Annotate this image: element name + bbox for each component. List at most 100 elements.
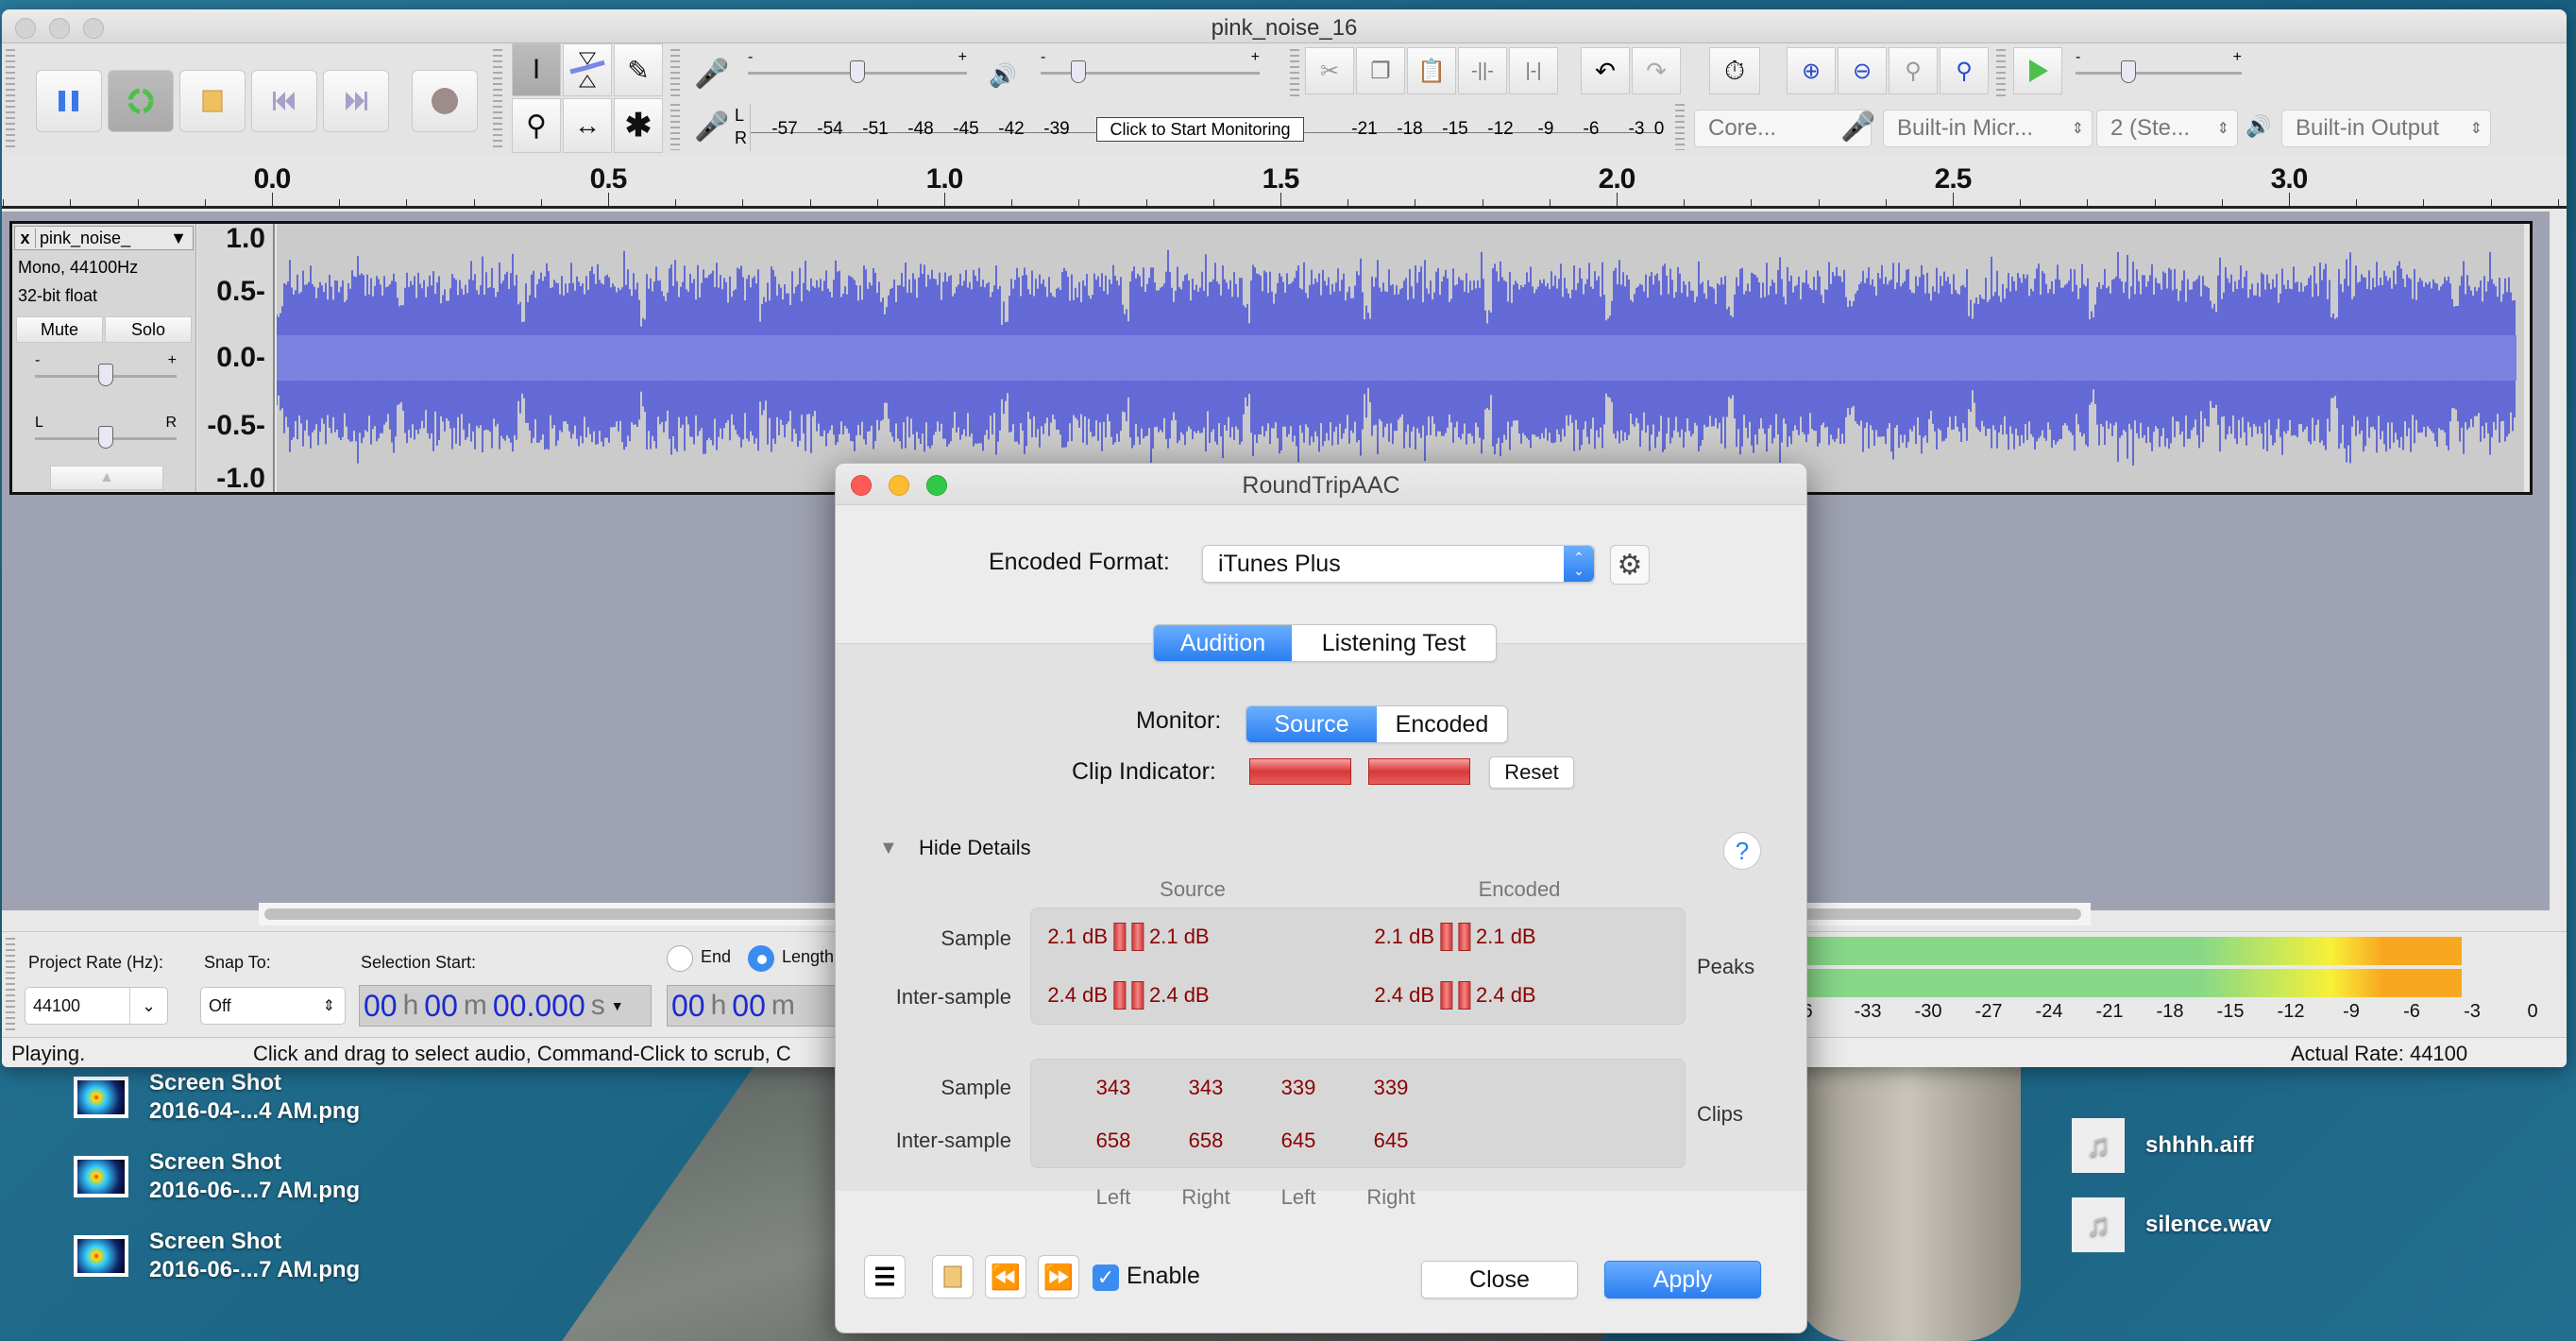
monitoring-button[interactable]: Click to Start Monitoring: [1096, 117, 1304, 142]
recording-device-select[interactable]: Built-in Micr... ⇕: [1883, 110, 2093, 147]
toolbar-grip[interactable]: [6, 938, 15, 1031]
rewind-icon: ⏪: [990, 1262, 1022, 1291]
snap-to-select[interactable]: Off ⇕: [200, 987, 346, 1025]
slider-thumb[interactable]: [1071, 60, 1087, 83]
dialog-title-bar: RoundTripAAC: [836, 464, 1806, 505]
ruler-tick-mark: [944, 193, 945, 206]
ruler-tick-mark: [1280, 193, 1281, 206]
time-format-dropdown-icon[interactable]: ▼: [611, 998, 624, 1013]
paste-button[interactable]: 📋: [1407, 47, 1456, 94]
redo-button[interactable]: ↷: [1632, 47, 1681, 94]
end-radio[interactable]: [667, 945, 693, 972]
skip-to-end-button[interactable]: [323, 70, 389, 132]
collapse-track-button[interactable]: ▲: [50, 466, 163, 490]
zoom-in-button[interactable]: ⊕: [1787, 47, 1836, 94]
encoder-settings-button[interactable]: ⚙: [1610, 545, 1650, 585]
cut-button[interactable]: ✂: [1305, 47, 1354, 94]
toolbar-grip[interactable]: [1675, 104, 1685, 150]
selection-tool-button[interactable]: I: [512, 43, 561, 96]
apply-button[interactable]: Apply: [1604, 1261, 1761, 1299]
tab-listening-test[interactable]: Listening Test: [1292, 625, 1496, 661]
track-name-menu[interactable]: pink_noise_: [36, 229, 170, 248]
peak-right-value: 2.4 dB: [1149, 983, 1210, 1007]
track-menu-arrow-icon[interactable]: ▼: [170, 229, 193, 248]
tab-audition[interactable]: Audition: [1154, 625, 1292, 661]
encoded-format-select[interactable]: iTunes Plus ⌃ ⌄: [1202, 545, 1595, 583]
peak-clip-indicator: [1440, 981, 1452, 1010]
recording-volume-slider[interactable]: - +: [748, 49, 967, 85]
stop-button[interactable]: [179, 70, 246, 132]
recording-channels-select[interactable]: 2 (Ste... ⇕: [2096, 110, 2238, 147]
fit-selection-button[interactable]: ⚲: [1889, 47, 1938, 94]
timeshift-tool-button[interactable]: ↔: [563, 98, 612, 153]
menu-button[interactable]: ☰: [864, 1255, 906, 1299]
trim-button[interactable]: -||-: [1458, 47, 1507, 94]
zoom-tool-button[interactable]: ⚲: [512, 98, 561, 153]
record-button[interactable]: [412, 70, 478, 132]
enable-checkbox[interactable]: ✓: [1093, 1265, 1119, 1291]
toolbar-grip[interactable]: [493, 49, 502, 150]
loop-play-button[interactable]: [108, 70, 174, 132]
slider-thumb[interactable]: [2121, 60, 2136, 83]
length-radio[interactable]: [748, 945, 774, 972]
playback-device-select[interactable]: Built-in Output ⇕: [2281, 110, 2491, 147]
timeline-ruler[interactable]: - 0.50.00.51.01.52.02.53.03.54.04.55.05.…: [2, 156, 2567, 209]
stop-playback-button[interactable]: [932, 1255, 974, 1299]
multi-tool-button[interactable]: ✱: [614, 98, 663, 153]
selection-length-time[interactable]: 00 h 00 m: [667, 985, 856, 1027]
track-gain-slider[interactable]: - +: [35, 352, 177, 388]
peaks-header-source: Source: [1160, 877, 1226, 901]
playback-meter[interactable]: 6 -33 -30 -27 -24 -21 -18 -15 -12 -9 -6 -3 0: [1802, 931, 2544, 1037]
clip-channel-label: Left: [1095, 1185, 1131, 1209]
toolbar-grip[interactable]: [670, 49, 680, 97]
silence-button[interactable]: |-|: [1509, 47, 1558, 94]
vertical-scale[interactable]: 1.0 0.5- 0.0- -0.5- -1.0: [197, 223, 275, 494]
fast-forward-button[interactable]: ⏩: [1038, 1255, 1079, 1299]
play-at-speed-button[interactable]: [2013, 47, 2062, 94]
stop-icon: [202, 90, 223, 112]
waveform[interactable]: [277, 224, 2524, 492]
help-button[interactable]: ?: [1723, 832, 1761, 870]
close-track-button[interactable]: x: [15, 228, 36, 248]
hide-details-toggle[interactable]: Hide Details: [919, 836, 1031, 860]
selection-start-time[interactable]: 00 h 00 m 00.000 s ▼: [359, 985, 652, 1027]
chevron-down-icon[interactable]: ⌄: [129, 988, 167, 1024]
monitor-source-option[interactable]: Source: [1246, 706, 1377, 742]
playback-volume-slider[interactable]: - +: [1041, 49, 1260, 85]
sync-lock-button[interactable]: ⏱: [1709, 47, 1760, 94]
draw-tool-button[interactable]: ✎: [614, 43, 663, 96]
disclosure-triangle-icon[interactable]: ▼: [879, 838, 898, 859]
zoom-out-button[interactable]: ⊖: [1838, 47, 1887, 94]
fit-project-button[interactable]: ⚲: [1940, 47, 1989, 94]
slider-thumb[interactable]: [98, 426, 113, 449]
rewind-button[interactable]: ⏪: [985, 1255, 1026, 1299]
pause-button[interactable]: [36, 70, 102, 132]
record-meter-microphone-icon[interactable]: 🎤: [691, 106, 733, 147]
close-button[interactable]: Close: [1421, 1261, 1578, 1299]
toolbar-grip[interactable]: [1290, 49, 1299, 97]
skip-to-start-button[interactable]: [251, 70, 317, 132]
toolbar-grip[interactable]: [1996, 49, 2006, 97]
envelope-tool-button[interactable]: [563, 43, 612, 96]
desktop-file[interactable]: Screen Shot 2016-04-...4 AM.png: [74, 1069, 360, 1126]
slider-thumb[interactable]: [98, 364, 113, 386]
track-pan-slider[interactable]: L R: [35, 415, 177, 450]
play-speed-slider[interactable]: - +: [2076, 49, 2242, 85]
toolbar-grip[interactable]: [670, 104, 680, 150]
desktop-file[interactable]: ♫ shhhh.aiff: [2072, 1118, 2254, 1173]
toolbar-grip[interactable]: [6, 49, 15, 150]
copy-button[interactable]: ❐: [1356, 47, 1405, 94]
monitor-encoded-option[interactable]: Encoded: [1377, 706, 1507, 742]
desktop-file[interactable]: Screen Shot 2016-06-...7 AM.png: [74, 1148, 360, 1205]
solo-button[interactable]: Solo: [105, 316, 192, 343]
desktop-file[interactable]: Screen Shot 2016-06-...7 AM.png: [74, 1228, 360, 1284]
ruler-tick-mark: [2356, 199, 2358, 206]
slider-thumb[interactable]: [850, 60, 865, 83]
reset-clip-button[interactable]: Reset: [1489, 756, 1574, 789]
peak-clip-indicator: [1131, 923, 1144, 951]
project-rate-combo[interactable]: 44100 ⌄: [25, 987, 168, 1025]
desktop-file[interactable]: ♫ silence.wav: [2072, 1197, 2271, 1252]
mute-button[interactable]: Mute: [16, 316, 103, 343]
undo-button[interactable]: ↶: [1581, 47, 1630, 94]
record-meter[interactable]: -57 -54 -51 -48 -45 -42 -39 -21 -18 -15 -12 -9 -6 -3 0…: [750, 104, 1664, 151]
